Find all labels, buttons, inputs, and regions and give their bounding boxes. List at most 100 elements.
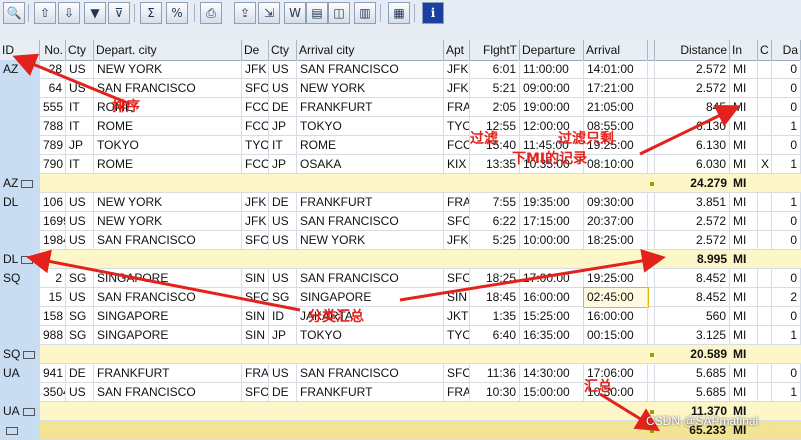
table-row[interactable]: DL 106 US NEW YORK JFK DE FRANKFURT FRA 7:55 19:3…: [0, 193, 801, 212]
cell-de[interactable]: FRA: [242, 364, 269, 383]
column-header-6[interactable]: Arrival city: [297, 40, 444, 60]
cell-dep[interactable]: SINGAPORE: [94, 269, 242, 288]
cell-apt[interactable]: FRA: [444, 98, 470, 117]
cell-da[interactable]: 0: [772, 79, 801, 98]
cell-cty[interactable]: IT: [66, 155, 94, 174]
cell-marker[interactable]: [648, 98, 655, 117]
table-row[interactable]: 158 SG SINGAPORE SIN ID JAKARTA JKT 1:35 15:25:0…: [0, 307, 801, 326]
cell-c[interactable]: [758, 212, 772, 231]
cell-in[interactable]: MI: [730, 288, 758, 307]
delete-filter-icon[interactable]: ⊽: [108, 2, 130, 24]
cell-dep[interactable]: NEW YORK: [94, 193, 242, 212]
cell-atime[interactable]: 08:10:00: [584, 155, 648, 174]
cell-dist[interactable]: 2.572: [655, 231, 730, 250]
airline-id-cell[interactable]: DL: [0, 193, 40, 212]
cell-de[interactable]: JFK: [242, 212, 269, 231]
cell-arr[interactable]: FRANKFURT: [297, 383, 444, 402]
cell-in[interactable]: MI: [730, 136, 758, 155]
cell-dist[interactable]: 3.125: [655, 326, 730, 345]
cell-no[interactable]: 15: [40, 288, 66, 307]
cell-arr[interactable]: NEW YORK: [297, 79, 444, 98]
cell-in[interactable]: MI: [730, 269, 758, 288]
cell-dep[interactable]: TOKYO: [94, 136, 242, 155]
cell-dtime[interactable]: 10:00:00: [520, 231, 584, 250]
airline-id-cell[interactable]: UA: [0, 364, 40, 383]
cell-dtime[interactable]: 19:00:00: [520, 98, 584, 117]
cell-cty[interactable]: US: [66, 212, 94, 231]
cell-in[interactable]: MI: [730, 193, 758, 212]
cell-marker[interactable]: [648, 231, 655, 250]
cell-in[interactable]: MI: [730, 79, 758, 98]
cell-in[interactable]: MI: [730, 155, 758, 174]
cell-da[interactable]: 0: [772, 364, 801, 383]
cell-apt[interactable]: JFK: [444, 231, 470, 250]
cell-da[interactable]: 0: [772, 307, 801, 326]
cell-de[interactable]: SFO: [242, 288, 269, 307]
cell-cty[interactable]: US: [66, 193, 94, 212]
cell-marker[interactable]: [648, 60, 655, 79]
cell-c[interactable]: [758, 98, 772, 117]
cell-cty2[interactable]: JP: [269, 326, 297, 345]
cell-c[interactable]: [758, 307, 772, 326]
cell-de[interactable]: SFO: [242, 383, 269, 402]
cell-marker[interactable]: [648, 383, 655, 402]
cell-marker[interactable]: [648, 136, 655, 155]
cell-dep[interactable]: ROME: [94, 155, 242, 174]
cell-c[interactable]: [758, 79, 772, 98]
table-row[interactable]: 15 US SAN FRANCISCO SFO SG SINGAPORE SIN 18:45 1…: [0, 287, 801, 308]
cell-da[interactable]: 1: [772, 117, 801, 136]
cell-cty2[interactable]: SG: [269, 288, 297, 307]
cell-ft[interactable]: 6:22: [470, 212, 520, 231]
cell-dist[interactable]: 8.452: [655, 269, 730, 288]
sort-ascending-icon[interactable]: ⇧: [34, 2, 56, 24]
cell-dep[interactable]: NEW YORK: [94, 60, 242, 79]
cell-ft[interactable]: 6:01: [470, 60, 520, 79]
cell-atime[interactable]: 00:15:00: [584, 326, 648, 345]
cell-da[interactable]: 0: [772, 212, 801, 231]
cell-dist[interactable]: 6.130: [655, 117, 730, 136]
column-header-8[interactable]: FlghtT: [470, 40, 520, 60]
send-icon[interactable]: ⇲: [258, 2, 280, 24]
cell-arr[interactable]: SAN FRANCISCO: [297, 364, 444, 383]
airline-id-cell[interactable]: [0, 117, 40, 136]
cell-no[interactable]: 2: [40, 269, 66, 288]
subtotal-row[interactable]: AZ 24.279 MI: [0, 174, 801, 193]
airline-id-cell[interactable]: [0, 79, 40, 98]
view-icon[interactable]: ◫: [328, 2, 350, 24]
cell-c[interactable]: [758, 117, 772, 136]
cell-da[interactable]: 0: [772, 136, 801, 155]
cell-no[interactable]: 790: [40, 155, 66, 174]
airline-id-cell[interactable]: [0, 136, 40, 155]
column-header-3[interactable]: Depart. city: [94, 40, 242, 60]
filter-icon[interactable]: ▼: [84, 2, 106, 24]
cell-cty2[interactable]: US: [269, 79, 297, 98]
cell-cty2[interactable]: IT: [269, 136, 297, 155]
cell-arr[interactable]: NEW YORK: [297, 231, 444, 250]
cell-cty2[interactable]: JP: [269, 155, 297, 174]
print-preview-icon[interactable]: ⎙: [200, 2, 222, 24]
airline-id-cell[interactable]: [0, 326, 40, 345]
cell-atime[interactable]: 16:00:00: [584, 307, 648, 326]
cell-apt[interactable]: FRA: [444, 193, 470, 212]
cell-ft[interactable]: 18:25: [470, 269, 520, 288]
cell-dist[interactable]: 560: [655, 307, 730, 326]
cell-c[interactable]: [758, 364, 772, 383]
column-header-11[interactable]: [648, 40, 655, 60]
cell-in[interactable]: MI: [730, 212, 758, 231]
cell-cty[interactable]: US: [66, 60, 94, 79]
cell-c[interactable]: [758, 231, 772, 250]
cell-apt[interactable]: FCO: [444, 136, 470, 155]
cell-no[interactable]: 158: [40, 307, 66, 326]
cell-c[interactable]: [758, 60, 772, 79]
cell-dist[interactable]: 2.572: [655, 60, 730, 79]
cell-dtime[interactable]: 09:00:00: [520, 79, 584, 98]
cell-apt[interactable]: JKT: [444, 307, 470, 326]
cell-atime[interactable]: 21:05:00: [584, 98, 648, 117]
cell-arr[interactable]: FRANKFURT: [297, 98, 444, 117]
cell-no[interactable]: 106: [40, 193, 66, 212]
cell-apt[interactable]: KIX: [444, 155, 470, 174]
cell-dist[interactable]: 8.452: [655, 288, 730, 307]
table-row[interactable]: 788 IT ROME FCO JP TOKYO TYO 12:55 12:00:00 08:55…: [0, 117, 801, 136]
cell-arr[interactable]: OSAKA: [297, 155, 444, 174]
cell-dep[interactable]: NEW YORK: [94, 212, 242, 231]
